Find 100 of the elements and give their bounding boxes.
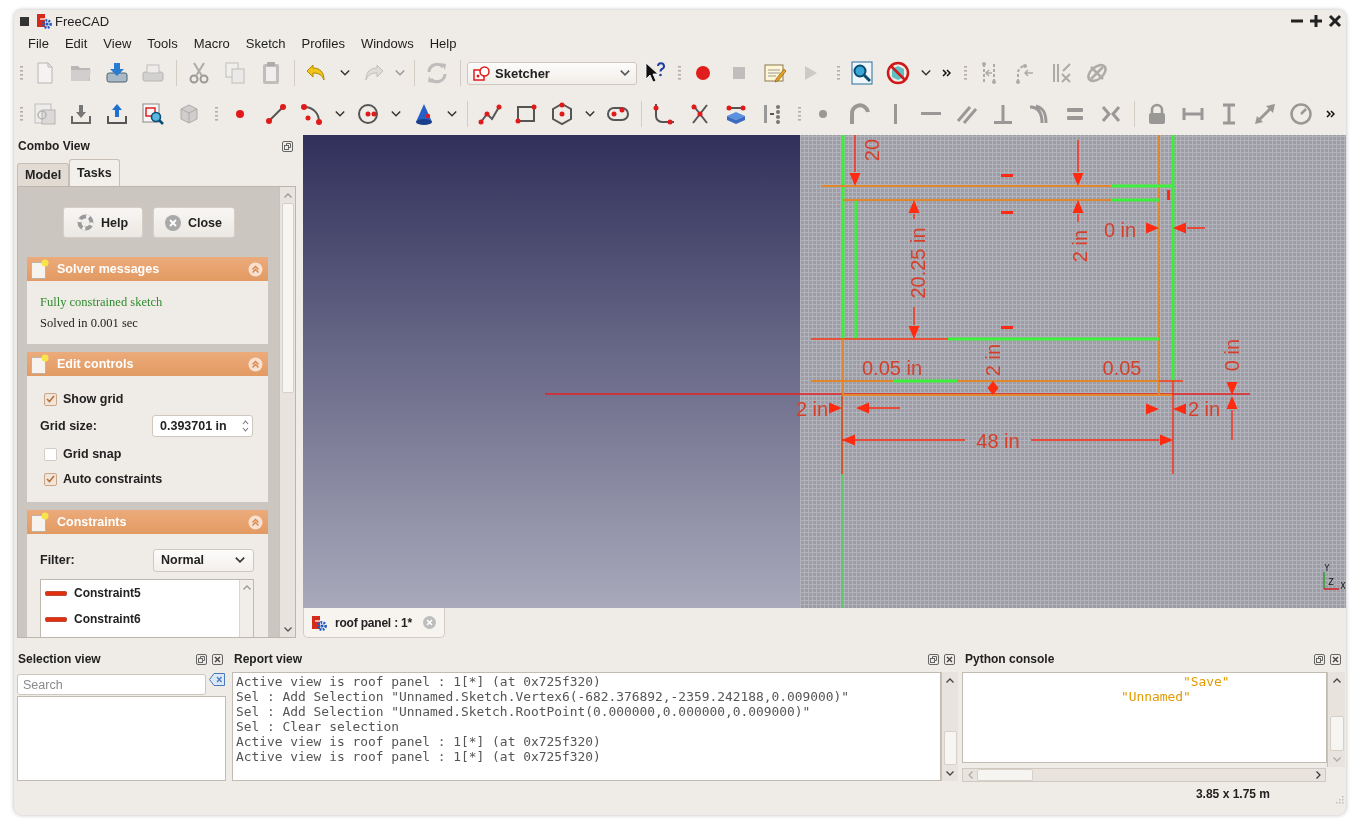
circle-icon[interactable] (356, 101, 380, 126)
document-tab[interactable]: roof panel : 1* (303, 608, 445, 638)
scrollbar-thumb[interactable] (943, 731, 957, 765)
caret-icon[interactable] (921, 70, 931, 76)
close-icon[interactable] (1328, 14, 1342, 28)
spin-box[interactable]: 0.393701 in (152, 415, 253, 437)
fillet-icon[interactable] (652, 101, 676, 126)
dimension-arrow[interactable] (1072, 139, 1084, 223)
checkbox[interactable] (44, 392, 57, 406)
scrollbar[interactable] (962, 768, 1326, 782)
dimension-arrow[interactable] (841, 380, 1174, 475)
scroll-down-icon[interactable] (946, 770, 954, 776)
scroll-down-icon[interactable] (283, 626, 292, 632)
caret-icon[interactable] (235, 557, 245, 563)
clear-search-icon[interactable] (209, 673, 225, 686)
checkbox[interactable] (44, 447, 57, 461)
menu-item[interactable]: Windows (360, 35, 414, 51)
pointer-help-icon[interactable] (643, 61, 667, 85)
dimension-arrow[interactable] (1146, 403, 1186, 415)
dimension-arrow[interactable] (987, 381, 999, 395)
collapse-icon[interactable] (248, 356, 263, 372)
scrollbar-thumb[interactable] (1329, 716, 1344, 751)
scrollbar[interactable] (239, 580, 253, 637)
collapse-icon[interactable] (248, 514, 263, 530)
close-button[interactable]: Close (152, 207, 235, 238)
magnifier-icon[interactable] (850, 61, 874, 85)
scroll-up-icon[interactable] (1332, 677, 1341, 683)
dimension-arrow[interactable] (849, 135, 861, 186)
solver-status: Fully constrained sketch (40, 294, 164, 311)
caret-icon[interactable] (447, 110, 457, 117)
menu-item[interactable]: Sketch (245, 35, 286, 51)
close-tab-icon[interactable] (423, 616, 436, 629)
float-icon[interactable] (282, 140, 293, 152)
menu-item[interactable]: View (103, 35, 132, 51)
filter-dropdown[interactable]: Normal (153, 548, 254, 572)
caret-icon[interactable] (585, 110, 595, 117)
caret-icon[interactable] (335, 110, 345, 117)
float-icon[interactable] (928, 653, 939, 665)
close-icon[interactable] (944, 653, 955, 665)
notepad-icon[interactable] (763, 61, 787, 85)
search-field[interactable]: Search (17, 674, 206, 695)
scrollbar[interactable] (1327, 672, 1345, 767)
close-icon[interactable] (1330, 653, 1341, 665)
sketch-geometry-drawing[interactable] (810, 135, 1184, 397)
menu-item[interactable]: Tools (147, 35, 178, 51)
scrollbar-thumb[interactable] (281, 203, 294, 393)
window-menu-icon[interactable] (20, 16, 29, 26)
scroll-left-icon[interactable] (967, 771, 973, 779)
menu-item[interactable]: Edit (64, 35, 88, 51)
double-chevron-icon[interactable] (1325, 109, 1335, 118)
collapse-icon[interactable] (248, 261, 263, 277)
option-label: Grid snap (63, 447, 122, 461)
panel-title: Selection view (18, 652, 101, 666)
scrollbar-thumb[interactable] (977, 769, 1033, 781)
dimension-arrow[interactable] (1226, 382, 1238, 441)
panel-title: Combo View (18, 139, 90, 153)
caret-icon[interactable] (340, 70, 350, 76)
dimension-arrow[interactable] (1146, 222, 1206, 234)
save-icon[interactable] (105, 61, 129, 85)
app-logo-icon (311, 614, 327, 631)
horizontal-constraint-icon (45, 590, 67, 596)
scrollbar[interactable] (279, 187, 295, 637)
status-text: 3.85 x 1.75 m (1195, 787, 1270, 801)
help-button[interactable]: Help (62, 207, 143, 238)
dimension-arrow[interactable] (829, 402, 901, 414)
arc-icon[interactable] (300, 101, 324, 126)
scrollbar[interactable] (941, 672, 958, 781)
axis-cross-icon (1323, 571, 1340, 590)
constraint-item[interactable]: Constraint6 (41, 606, 239, 632)
hexagon-icon[interactable] (550, 101, 574, 126)
scroll-up-icon[interactable] (946, 677, 954, 683)
float-icon[interactable] (196, 653, 207, 665)
record-icon[interactable] (696, 66, 710, 80)
caret-icon[interactable] (620, 70, 630, 76)
point-icon[interactable] (236, 109, 244, 118)
checkbox[interactable] (44, 472, 57, 486)
menu-item[interactable]: Profiles (301, 35, 345, 51)
menu-item[interactable]: Help (429, 35, 457, 51)
spin-arrows-icon[interactable] (242, 419, 249, 433)
sheet-magnifier-icon[interactable] (141, 101, 165, 126)
tab[interactable]: Model (17, 163, 70, 186)
maximize-icon[interactable] (1309, 14, 1323, 28)
float-icon[interactable] (1314, 653, 1325, 665)
close-icon (164, 214, 181, 231)
tab[interactable]: Tasks (69, 159, 120, 186)
app-logo-icon (36, 13, 52, 29)
checkmark-icon (46, 475, 55, 483)
close-icon[interactable] (212, 653, 223, 665)
scroll-right-icon[interactable] (1315, 771, 1321, 779)
filter-label: Filter: (40, 553, 75, 567)
constraint-item[interactable]: Constraint5 (41, 580, 239, 606)
prohibited-cube-icon[interactable] (886, 61, 910, 85)
line-icon[interactable] (264, 101, 288, 126)
panel-title: Python console (965, 652, 1055, 666)
caret-icon[interactable] (391, 110, 401, 117)
double-chevron-icon[interactable] (941, 69, 951, 77)
resize-grip-icon[interactable] (1336, 796, 1344, 804)
menu-item[interactable]: File (28, 35, 49, 51)
workbench-dropdown[interactable]: Sketcher (467, 61, 637, 85)
menu-item[interactable]: Macro (193, 35, 230, 51)
